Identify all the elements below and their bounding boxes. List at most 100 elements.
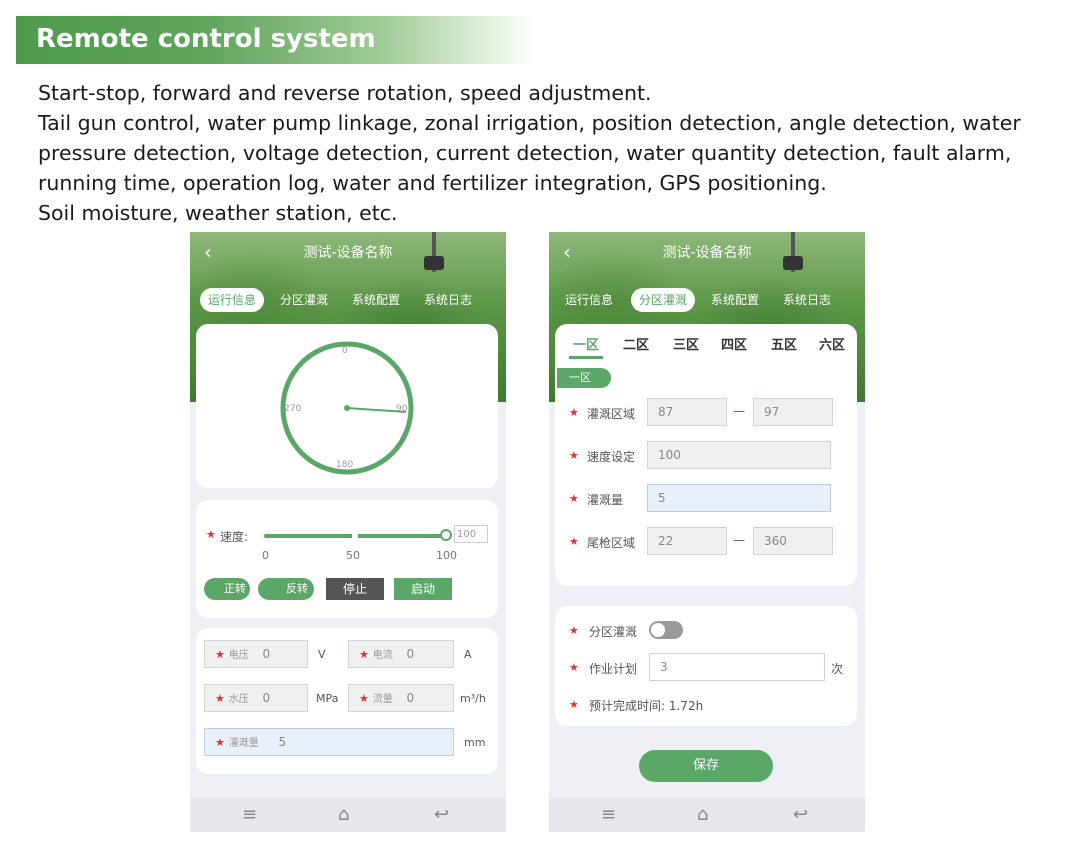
tab-bar: 运行信息 分区灌溉 系统配置 系统日志 [190,288,506,314]
slider-tick-label: 0 [262,549,269,562]
zone-tab-6[interactable]: 六区 [819,334,845,353]
tab-bar: 运行信息 分区灌溉 系统配置 系统日志 [549,288,865,314]
gauge-label-right: 90 [396,404,408,414]
zonal-irrigation-toggle[interactable] [649,621,683,639]
tail-gun-to-input[interactable]: 360 [753,527,833,555]
zone-tab-3[interactable]: 三区 [673,334,699,353]
android-nav-bar: ≡ ⌂ ↩ [190,798,506,832]
stop-button[interactable]: 停止 [326,578,384,600]
tab-running-info[interactable]: 运行信息 [200,288,265,312]
speed-value-input[interactable]: 100 [454,525,488,543]
voltage-value: 0 [262,647,271,661]
gauge-center [344,405,350,411]
required-star: ★ [206,528,216,541]
tab-system-log[interactable]: 系统日志 [775,288,839,312]
zone-tab-4[interactable]: 四区 [721,334,747,353]
zone-tab-2[interactable]: 二区 [623,334,649,353]
readings-card: ★ 电压 0 V ★ 电流 0 A ★ 水压 0 MPa ★ 流量 0 m³/h… [196,628,498,774]
sprinkler-image [422,232,446,292]
tab-running-info[interactable]: 运行信息 [557,288,621,312]
zone-settings-card: 一区 二区 三区 四区 五区 六区 一区 ★ 灌溉区域 87 — 97 ★ 速度… [555,324,857,586]
speed-setting-label: 速度设定 [587,450,636,464]
amount-label: 灌溉量 [587,493,624,507]
voltage-unit: V [318,648,326,661]
save-button[interactable]: 保存 [639,750,773,782]
irrigation-value: 5 [278,735,287,749]
home-icon[interactable]: ⌂ [697,804,708,825]
flow-field: ★ 流量 0 [348,684,454,712]
voltage-label: 电压 [228,650,249,661]
pressure-unit: MPa [316,692,339,705]
forward-label: 正转 [224,582,246,595]
required-star: ★ [215,736,225,749]
android-nav-bar: ≡ ⌂ ↩ [549,798,865,832]
current-field: ★ 电流 0 [348,640,454,668]
zone-tabs: 一区 二区 三区 四区 五区 六区 [555,324,857,360]
reverse-label: 反转 [286,582,308,595]
required-star: ★ [569,661,579,674]
phone-screen-running-info: ‹ 测试-设备名称 运行信息 分区灌溉 系统配置 系统日志 0 90 180 2… [190,232,506,832]
tab-zonal-irrigation[interactable]: 分区灌溉 [631,288,696,312]
pressure-field: ★ 水压 0 [204,684,308,712]
description-line: Tail gun control, water pump linkage, zo… [38,111,1021,195]
zone-tab-5[interactable]: 五区 [771,334,797,353]
flow-label: 流量 [372,694,393,705]
irrigation-amount-field[interactable]: ★ 灌溉量 5 [204,728,454,756]
zonal-irrigation-label: 分区灌溉 [589,625,638,639]
eta-text: 预计完成时间: 1.72h [589,699,704,713]
required-star: ★ [215,692,225,705]
current-value: 0 [406,647,415,661]
area-label: 灌溉区域 [587,407,636,421]
page-title: Remote control system [36,24,376,54]
zone-badge: 一区 [557,368,611,388]
sprinkler-image [781,232,805,292]
current-unit: A [464,648,472,661]
required-star: ★ [569,698,579,711]
speed-label: 速度: [220,530,249,544]
menu-icon[interactable]: ≡ [601,804,616,825]
menu-icon[interactable]: ≡ [242,804,257,825]
irrigation-unit: mm [464,736,486,749]
home-icon[interactable]: ⌂ [338,804,349,825]
required-star: ★ [569,535,579,548]
tab-system-config[interactable]: 系统配置 [703,288,767,312]
tab-system-log[interactable]: 系统日志 [416,288,480,312]
slider-tick [352,532,358,540]
required-star: ★ [359,648,369,661]
slider-tick-label: 50 [346,549,360,562]
plan-unit: 次 [831,662,844,676]
speed-control-card: ★ 速度: 100 0 50 100 正转 反转 停止 启动 [196,500,498,618]
return-icon[interactable]: ↩ [434,804,449,825]
phone-screen-zonal-irrigation: ‹ 测试-设备名称 运行信息 分区灌溉 系统配置 系统日志 一区 二区 三区 四… [549,232,865,832]
area-to-input[interactable]: 97 [753,398,833,426]
required-star: ★ [569,492,579,505]
flow-value: 0 [406,691,415,705]
tab-system-config[interactable]: 系统配置 [344,288,408,312]
required-star: ★ [569,624,579,637]
title-banner: Remote control system [16,16,536,64]
screen-title: 测试-设备名称 [662,245,752,261]
plan-card: ★ 分区灌溉 ★ 作业计划 3 次 ★ 预计完成时间: 1.72h [555,606,857,726]
screen-title: 测试-设备名称 [303,245,393,261]
area-from-input[interactable]: 87 [647,398,727,426]
feature-description: Start-stop, forward and reverse rotation… [38,78,1073,228]
forward-toggle[interactable]: 正转 [204,578,250,600]
required-star: ★ [569,406,579,419]
reverse-toggle[interactable]: 反转 [258,578,314,600]
description-line: Start-stop, forward and reverse rotation… [38,81,652,105]
slider-handle[interactable] [440,529,452,541]
gauge-card: 0 90 180 270 [196,324,498,488]
pressure-label: 水压 [228,694,249,705]
required-star: ★ [215,648,225,661]
tail-gun-from-input[interactable]: 22 [647,527,727,555]
start-button[interactable]: 启动 [394,578,452,600]
zone-tab-1[interactable]: 一区 [573,334,599,353]
tab-zonal-irrigation[interactable]: 分区灌溉 [272,288,336,312]
gauge-label-bottom: 180 [336,460,354,470]
tail-gun-label: 尾枪区域 [587,536,636,550]
plan-input[interactable]: 3 [649,653,825,681]
irrigation-label: 灌溉量 [228,738,259,749]
speed-setting-input[interactable]: 100 [647,441,831,469]
return-icon[interactable]: ↩ [793,804,808,825]
amount-input[interactable]: 5 [647,484,831,512]
